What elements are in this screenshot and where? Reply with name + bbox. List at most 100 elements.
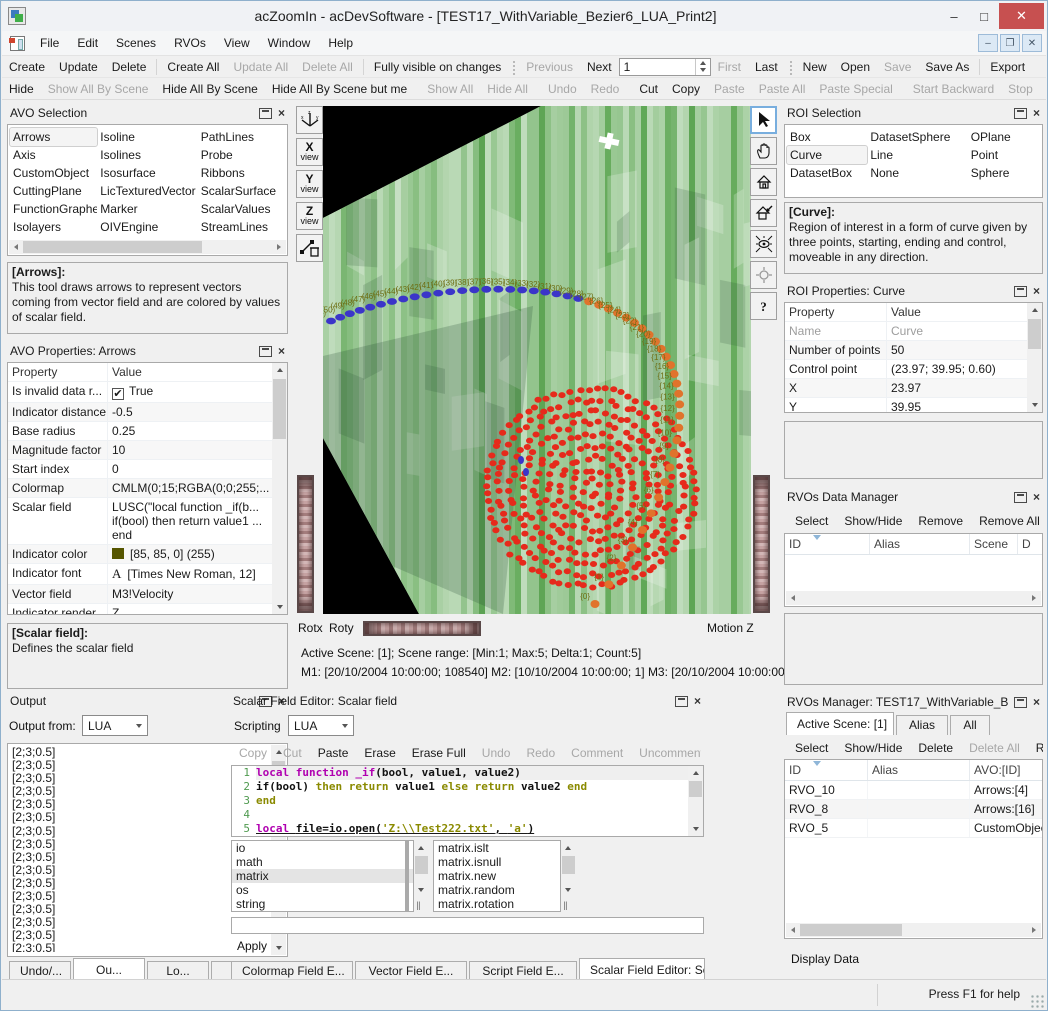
column-header-id[interactable]: ID [785, 534, 870, 554]
toolbar-button-export[interactable]: Export [983, 58, 1032, 76]
column-header-scene[interactable]: Scene [970, 534, 1018, 554]
button-select[interactable]: Select [787, 512, 836, 530]
close-panel-icon[interactable]: × [694, 696, 701, 707]
float-panel-icon[interactable] [259, 108, 272, 119]
help-icon[interactable]: ? [750, 292, 777, 320]
seek-icon[interactable] [750, 261, 777, 289]
list-item-isoline[interactable]: Isoline [97, 128, 197, 146]
toolbar-button-open[interactable]: Open [834, 58, 877, 76]
property-row[interactable]: Number of points50 [785, 341, 1042, 360]
function-item-matrix-rotation[interactable]: matrix.rotation [434, 897, 560, 911]
roty-thumbwheel[interactable] [363, 621, 481, 636]
function-item-matrix-new[interactable]: matrix.new [434, 869, 560, 883]
library-item-math[interactable]: math [232, 855, 413, 869]
list-item-ribbons[interactable]: Ribbons [198, 164, 285, 182]
sfe-button-erase[interactable]: Erase [356, 744, 403, 762]
button-remove-all[interactable]: Remove All [971, 512, 1043, 530]
toolbar-button-save[interactable]: Save [877, 58, 918, 76]
list-item-isolayers[interactable]: Isolayers [10, 218, 97, 236]
property-row[interactable]: ColormapCMLM(0;15;RGBA(0;0;255;... [8, 479, 287, 498]
code-line[interactable]: 4 [232, 808, 703, 822]
close-panel-icon[interactable]: × [1033, 108, 1040, 119]
resize-grip[interactable] [1030, 994, 1044, 1008]
toolbar-button-start-forward[interactable]: Start Forward [1040, 80, 1048, 98]
list-item-probe[interactable]: Probe [198, 146, 285, 164]
float-panel-icon[interactable] [1014, 492, 1027, 503]
toolbar-button-update-all[interactable]: Update All [226, 58, 295, 76]
list-item-functiongrapher[interactable]: FunctionGrapher [10, 200, 97, 218]
scripting-dropdown[interactable]: LUA [288, 715, 354, 736]
tab-colormap-field-e-[interactable]: Colormap Field E... [231, 961, 353, 981]
sfe-button-erase-full[interactable]: Erase Full [404, 744, 474, 762]
close-panel-icon[interactable]: × [278, 346, 285, 357]
menu-view[interactable]: View [215, 33, 259, 53]
table-hscrollbar[interactable] [786, 923, 1041, 937]
property-row[interactable]: NameCurve [785, 322, 1042, 341]
list-item-scalarsurface[interactable]: ScalarSurface [198, 182, 285, 200]
list-item-isolines[interactable]: Isolines [97, 146, 197, 164]
float-panel-icon[interactable] [675, 696, 688, 707]
lua-library-list[interactable]: iomathmatrixosstring [231, 840, 414, 912]
list-item-curve[interactable]: Curve [787, 146, 867, 164]
list-item-streamlines[interactable]: StreamLines [198, 218, 285, 236]
sfe-button-copy[interactable]: Copy [231, 744, 275, 762]
menu-scenes[interactable]: Scenes [107, 33, 165, 53]
apply-button[interactable]: Apply [237, 939, 267, 953]
toolbar-button-save-as[interactable]: Save As [918, 58, 976, 76]
property-row[interactable]: Indicator color[85, 85, 0] (255) [8, 545, 287, 564]
property-row[interactable]: Base radius0.25 [8, 422, 287, 441]
splitter-handle[interactable]: ‖ [563, 899, 568, 913]
toolbar-button-new[interactable]: New [796, 58, 834, 76]
mdi-minimize-button[interactable]: – [978, 34, 998, 52]
function-item-matrix-random[interactable]: matrix.random [434, 883, 560, 897]
code-line[interactable]: 2if(bool) then return value1 else return… [232, 780, 703, 794]
toolbar-button-next[interactable]: Next [580, 58, 619, 76]
toolbar-button-redo[interactable]: Redo [584, 80, 627, 98]
function-item-matrix-isnull[interactable]: matrix.isnull [434, 855, 560, 869]
column-header-alias[interactable]: Alias [870, 534, 970, 554]
toolbar-button-create-all[interactable]: Create All [160, 58, 226, 76]
tab-all[interactable]: All [950, 715, 990, 735]
toolbar-button-copy[interactable]: Copy [665, 80, 707, 98]
render-canvas[interactable]: (51)(50)(49)(48)(47)(46)(45)(44)(43)(42)… [323, 106, 751, 614]
property-row[interactable]: Start index0 [8, 460, 287, 479]
list-item-lictexturedvector[interactable]: LicTexturedVector [97, 182, 197, 200]
list-item-datasetbox[interactable]: DatasetBox [787, 164, 867, 182]
tab-undo-[interactable]: Undo/... [9, 961, 71, 981]
library-item-os[interactable]: os [232, 883, 413, 897]
measure-delete-icon[interactable] [296, 234, 323, 262]
close-panel-icon[interactable]: × [1033, 697, 1040, 708]
list-item-sphere[interactable]: Sphere [968, 164, 1040, 182]
toolbar-button-hide-all-by-scene-but-me[interactable]: Hide All By Scene but me [265, 80, 414, 98]
function-item-matrix-islt[interactable]: matrix.islt [434, 841, 560, 855]
column-header-d[interactable]: D [1018, 534, 1043, 554]
property-row[interactable]: Y39.95 [785, 398, 1042, 413]
tab-alias[interactable]: Alias [896, 715, 948, 735]
tab-scalar-field-editor-scalar-[interactable]: Scalar Field Editor: Scalar ... [579, 958, 705, 981]
float-panel-icon[interactable] [1014, 697, 1027, 708]
sfe-button-undo[interactable]: Undo [474, 744, 519, 762]
button-delete[interactable]: Delete [910, 739, 961, 757]
library-item-string[interactable]: string [232, 897, 413, 911]
column-header-id[interactable]: ID [785, 760, 868, 780]
table-row-RVO_10[interactable]: RVO_10Arrows:[4]Box [785, 781, 1042, 800]
menu-window[interactable]: Window [259, 33, 320, 53]
close-panel-icon[interactable]: × [1033, 286, 1040, 297]
home-icon[interactable] [750, 168, 777, 196]
sfe-button-paste[interactable]: Paste [310, 744, 357, 762]
toolbar-button-fully-visible-on-changes[interactable]: Fully visible on changes [367, 58, 508, 76]
avo-selection-hscrollbar[interactable] [9, 240, 286, 254]
property-row[interactable]: X23.97 [785, 379, 1042, 398]
toolbar-button-create[interactable]: Create [2, 58, 52, 76]
z-view-button[interactable]: Zview [296, 202, 323, 230]
tab-active-scene-1-[interactable]: Active Scene: [1] [786, 712, 894, 735]
menu-help[interactable]: Help [319, 33, 362, 53]
sfe-button-uncomment[interactable]: Uncomment [631, 744, 701, 762]
property-row[interactable]: Indicator renderZ [8, 604, 287, 615]
lua-function-list[interactable]: matrix.isltmatrix.isnullmatrix.newmatrix… [433, 840, 561, 912]
button-remove[interactable]: Remove [910, 512, 971, 530]
set-home-icon[interactable] [750, 199, 777, 227]
toolbar-button-update[interactable]: Update [52, 58, 105, 76]
column-header-avo-id-[interactable]: AVO:[ID] [970, 760, 1043, 780]
close-panel-icon[interactable]: × [278, 108, 285, 119]
